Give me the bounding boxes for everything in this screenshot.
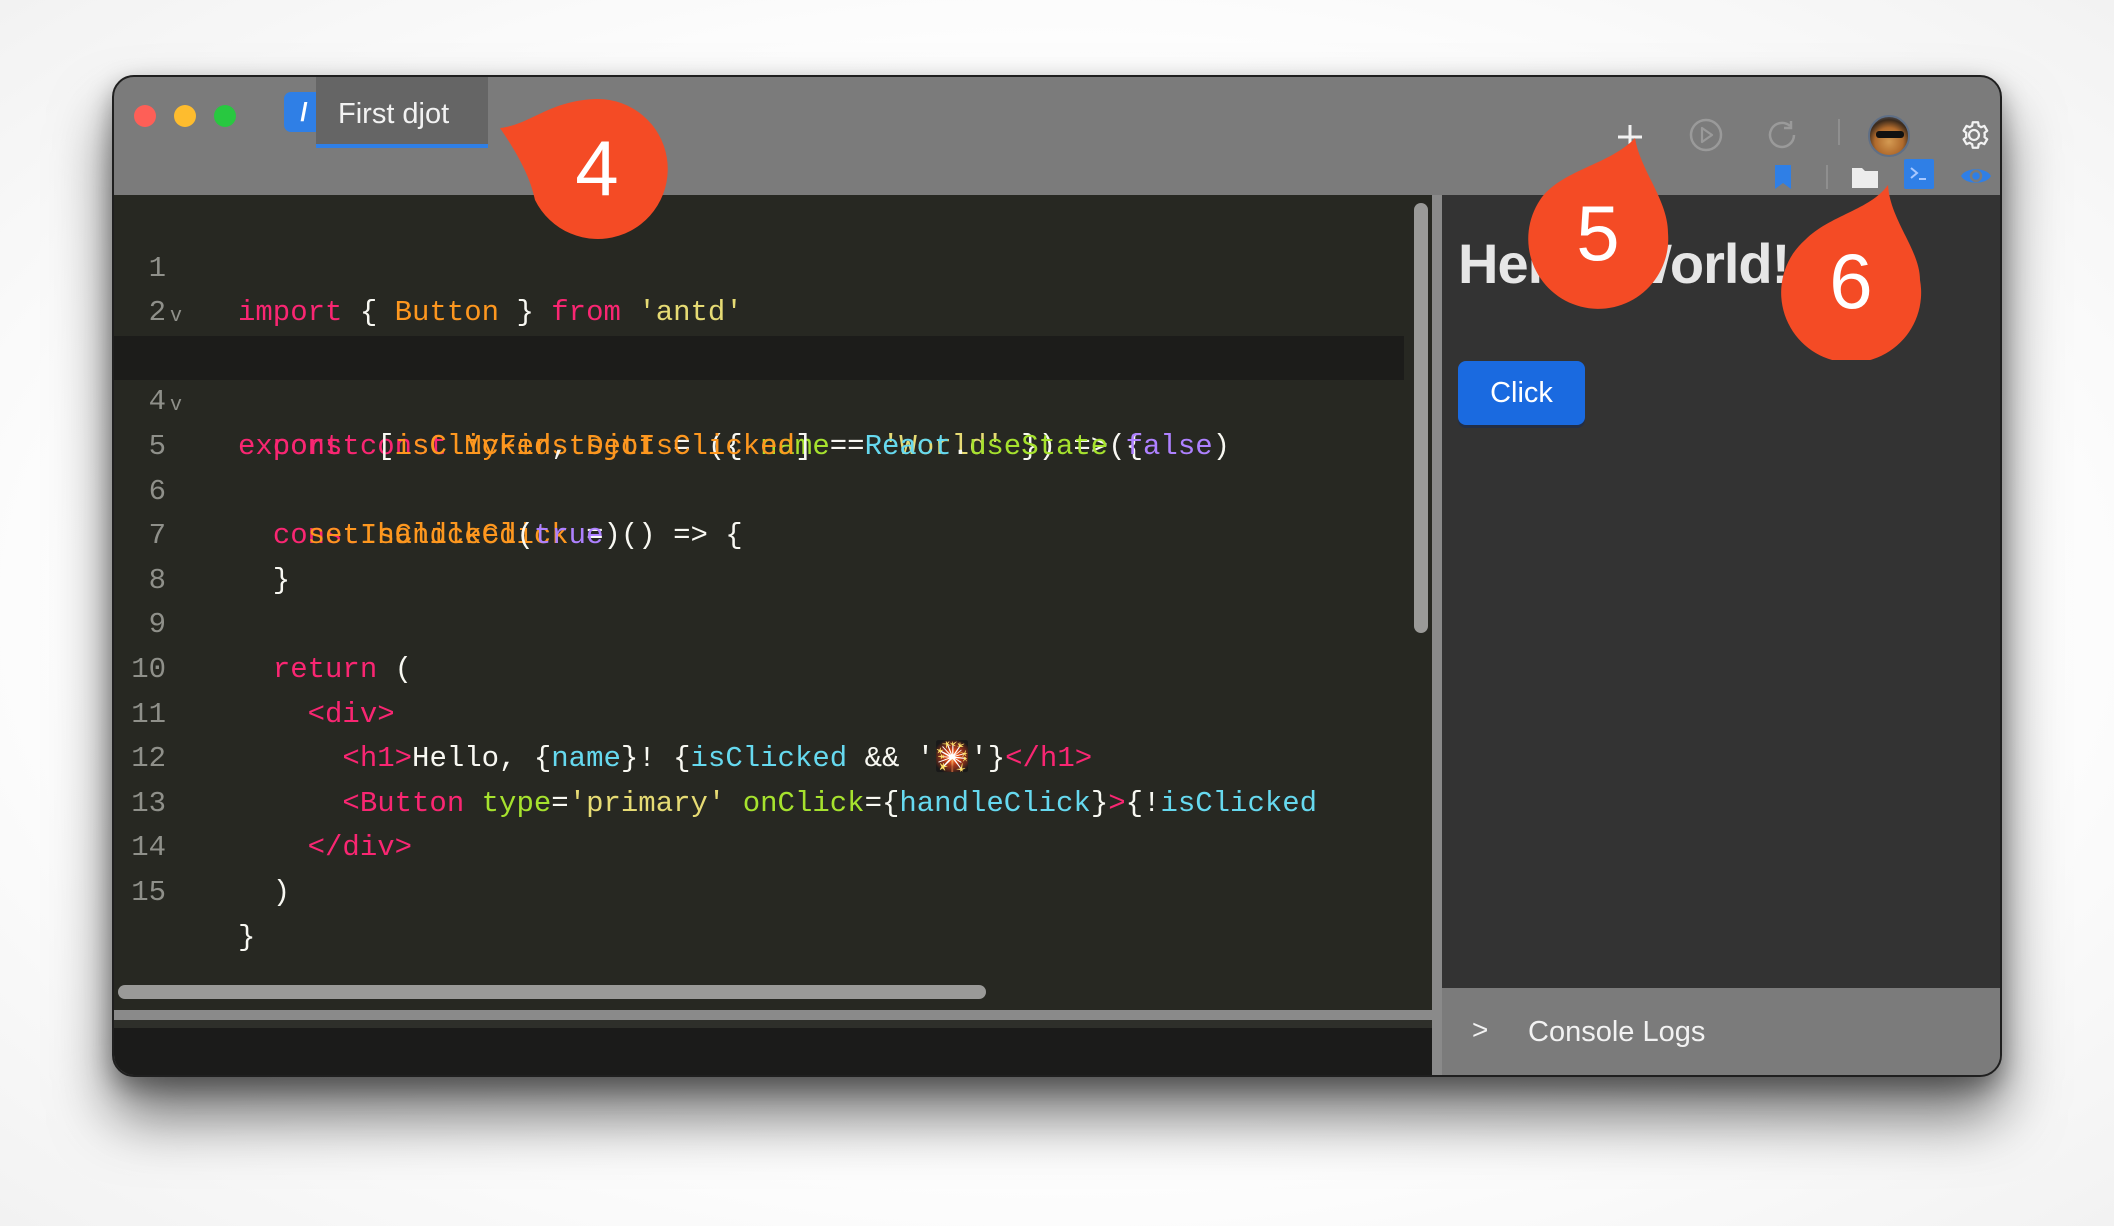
horizontal-scrollbar[interactable] (118, 985, 986, 999)
vertical-scrollbar[interactable] (1414, 203, 1428, 633)
eye-icon (1961, 169, 1991, 183)
callout-6: 6 (1781, 185, 1922, 360)
code-line-6: 6 setIsClicked(true) (114, 425, 1432, 553)
gear-icon (1962, 121, 1989, 149)
tab-label: First djot (338, 98, 450, 130)
preview-toggle[interactable] (1958, 161, 1994, 191)
minimize-window-button[interactable] (174, 105, 196, 127)
settings-button[interactable] (1954, 115, 1994, 155)
callout-number: 4 (575, 124, 618, 212)
code-line-7: 7 } (114, 470, 1432, 597)
code-line-8: 8 (114, 514, 1432, 597)
console-logs-label: Console Logs (1528, 1016, 1706, 1048)
line-number: 1 (124, 1072, 141, 1075)
code-line-10: 10 <div> (114, 603, 1432, 731)
code-editor[interactable]: 1 import { Button } from 'antd' 2 3 v ex… (114, 195, 1432, 1010)
editor-split-gap (114, 1020, 1432, 1028)
code-line-12: 12 <Button type='primary' onClick={handl… (114, 693, 1432, 820)
code-line-15: 15 } (114, 826, 1432, 954)
code-text: ) (238, 875, 291, 909)
tab-active-indicator (316, 144, 488, 148)
callout-number: 5 (1576, 189, 1619, 277)
code-line-5: 5 v const handleClick = () => { (114, 380, 1432, 552)
refresh-button[interactable] (1762, 115, 1802, 155)
usage-editor[interactable]: 1 <MyFirstDjot /> (114, 1028, 1432, 1075)
code-line-2: 2 (114, 247, 1432, 329)
close-window-button[interactable] (134, 105, 156, 127)
line-number: 15 (131, 875, 166, 909)
usage-code-line: 1 <MyFirstDjot /> (114, 1028, 218, 1072)
fold-chevron-icon[interactable]: v (170, 295, 182, 340)
code-line-14: 14 ) (114, 782, 1432, 909)
play-icon (1689, 118, 1723, 152)
code-line-4: 4 const [isClicked, setIsClicked] = Reac… (114, 335, 1404, 463)
console-logs-toggle[interactable]: > Console Logs (1442, 988, 2000, 1075)
chevron-right-icon: > (1472, 1014, 1489, 1045)
avatar[interactable] (1868, 115, 1910, 157)
avatar-sunglasses (1876, 131, 1904, 138)
app-window: / First djot 1 import { Button } from 'a… (112, 75, 2002, 1077)
callout-number: 6 (1829, 237, 1872, 325)
callout-4: 4 (500, 98, 668, 239)
tab-first-djot[interactable]: First djot (316, 77, 488, 148)
callout-5: 5 (1528, 138, 1669, 309)
zoom-window-button[interactable] (214, 105, 236, 127)
code-line-11: 11 <h1>Hello, {name}! {isClicked && '🎇'}… (114, 648, 1432, 776)
code-line-13: 13 </div> (114, 737, 1432, 865)
code-line-9: 9 return ( (114, 559, 1432, 686)
fold-chevron-icon[interactable]: v (170, 384, 182, 429)
code-line-1: 1 import { Button } from 'antd' (114, 202, 1432, 330)
pane-split-handle[interactable] (1432, 195, 1442, 1075)
preview-click-button[interactable]: Click (1458, 361, 1585, 425)
code-text: } (238, 920, 256, 954)
refresh-icon (1768, 121, 1796, 149)
run-button[interactable] (1686, 115, 1726, 155)
code-line-3: 3 v export const MyFirstDjot = ({ name =… (114, 291, 1432, 463)
editor-split-handle[interactable] (114, 1010, 1432, 1020)
toolbar-divider (1838, 119, 1840, 145)
